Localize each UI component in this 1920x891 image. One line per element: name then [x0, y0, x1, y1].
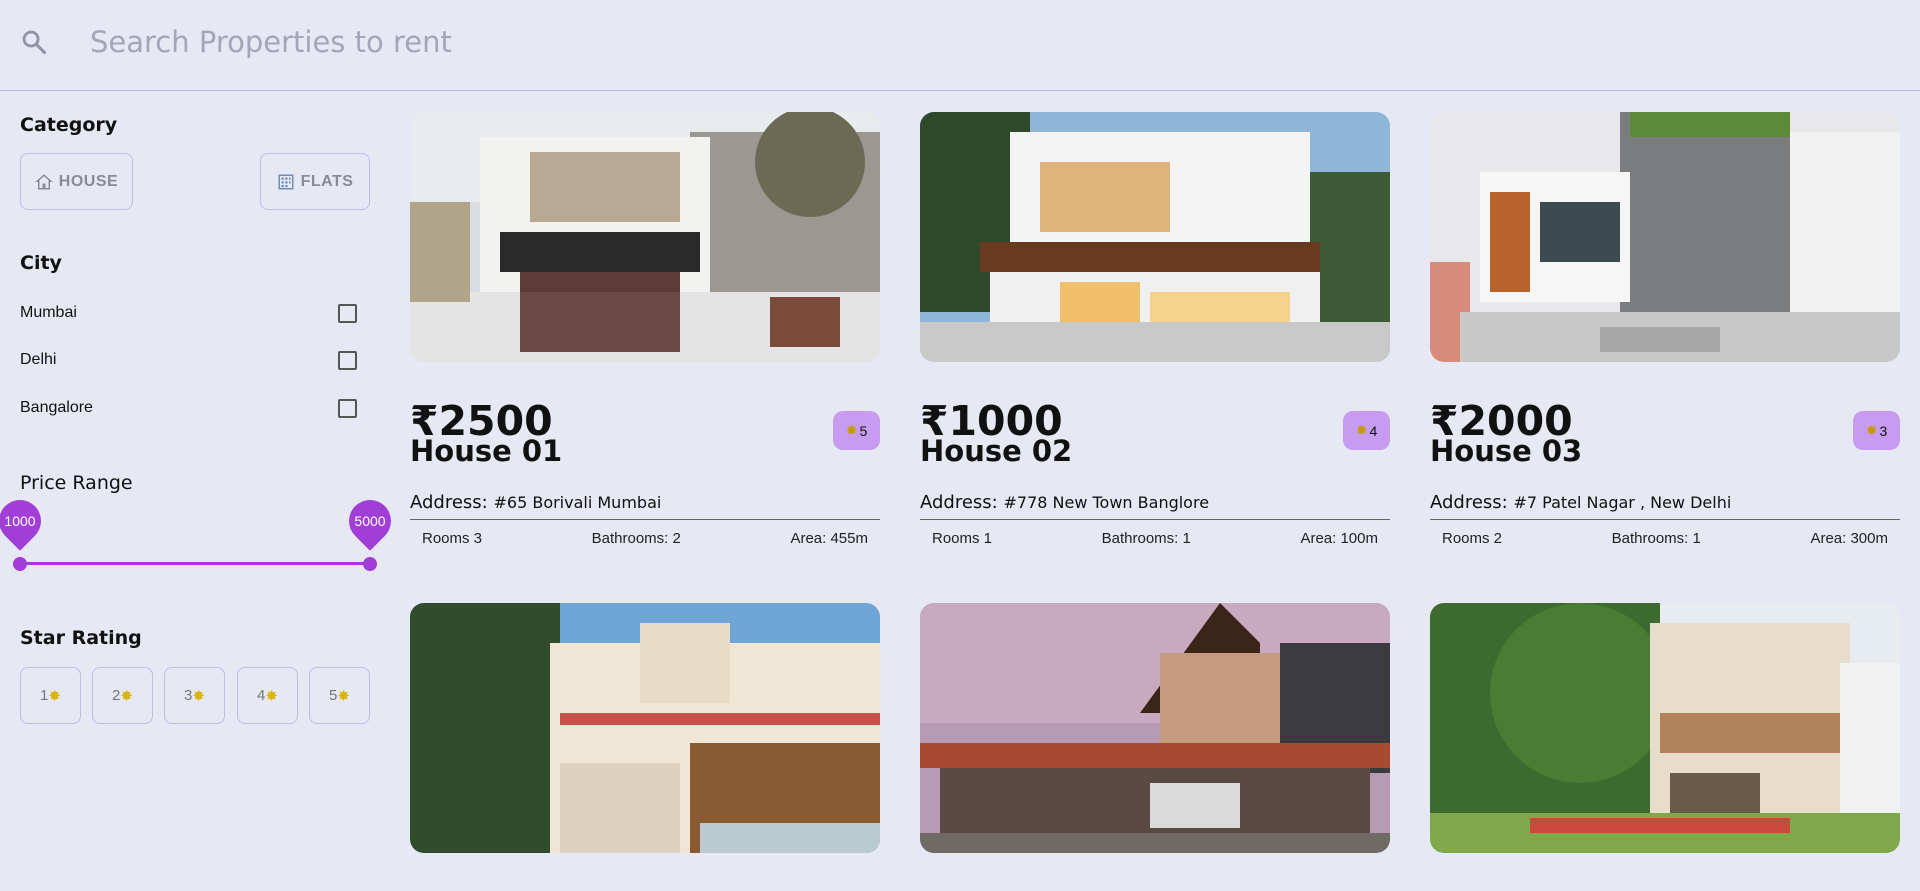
search-icon[interactable] — [20, 28, 48, 56]
city-checkbox[interactable] — [338, 398, 357, 418]
rating-badge: ✸ 5 — [833, 411, 880, 450]
property-name: House 02 — [920, 434, 1073, 468]
star-burst-icon: ✸ — [265, 687, 278, 705]
city-label: Mumbai — [20, 304, 77, 321]
search-input[interactable] — [90, 18, 890, 66]
price-max-label: 5000 — [340, 491, 400, 551]
star-burst-icon: ✸ — [48, 687, 61, 705]
price-min-value: 1000 — [4, 513, 36, 529]
property-image[interactable] — [410, 603, 880, 853]
building-icon — [278, 174, 294, 189]
property-address: Address: #65 Borivali Mumbai — [410, 492, 880, 520]
rating-value: 5 — [859, 422, 868, 439]
rating-badge: ✸ 3 — [1853, 411, 1900, 450]
star-rating-3-button[interactable]: 3 ✸ — [164, 667, 225, 724]
rating-badge: ✸ 4 — [1343, 411, 1390, 450]
property-image[interactable] — [1430, 603, 1900, 853]
star-value: 5 — [329, 687, 338, 704]
star-burst-icon: ✸ — [192, 687, 205, 705]
address-label: Address: — [1430, 492, 1508, 513]
area-value: Area: 100m — [1300, 530, 1378, 547]
price-min-thumb[interactable] — [13, 557, 27, 571]
property-image[interactable] — [920, 112, 1390, 362]
area-value: Area: 300m — [1810, 530, 1888, 547]
city-option-mumbai[interactable]: Mumbai — [20, 301, 357, 325]
house-icon — [35, 173, 53, 189]
search-bar — [0, 0, 1920, 91]
property-address: Address: #778 New Town Banglore — [920, 492, 1390, 520]
star-burst-icon: ✸ — [1355, 422, 1368, 438]
bathrooms-count: Bathrooms: 2 — [591, 530, 681, 547]
star-value: 1 — [40, 687, 49, 704]
star-burst-icon: ✸ — [120, 687, 133, 705]
star-value: 3 — [184, 687, 193, 704]
category-flats-button[interactable]: FLATS — [260, 153, 370, 210]
category-house-label: HOUSE — [58, 172, 119, 190]
rooms-count: Rooms 3 — [422, 530, 483, 547]
city-option-bangalore[interactable]: Bangalore — [20, 396, 357, 420]
city-checkbox[interactable] — [338, 303, 357, 323]
star-rating-5-button[interactable]: 5 ✸ — [309, 667, 370, 724]
property-specs: Rooms 2 Bathrooms: 1 Area: 300m — [1430, 530, 1900, 547]
category-title: Category — [20, 114, 118, 136]
price-max-thumb[interactable] — [363, 557, 377, 571]
star-value: 4 — [257, 687, 266, 704]
city-title: City — [20, 252, 62, 274]
rooms-count: Rooms 2 — [1442, 530, 1503, 547]
category-house-button[interactable]: HOUSE — [20, 153, 133, 210]
star-value: 2 — [112, 687, 121, 704]
property-name: House 01 — [410, 434, 563, 468]
price-max-value: 5000 — [354, 513, 386, 529]
star-rating-1-button[interactable]: 1 ✸ — [20, 667, 81, 724]
bathrooms-count: Bathrooms: 1 — [1101, 530, 1191, 547]
star-burst-icon: ✸ — [337, 687, 350, 705]
property-name: House 03 — [1430, 434, 1583, 468]
category-flats-label: FLATS — [300, 172, 354, 190]
address-value: #65 Borivali Mumbai — [493, 493, 662, 512]
price-range-track[interactable] — [20, 562, 370, 565]
address-label: Address: — [920, 492, 998, 513]
address-label: Address: — [410, 492, 488, 513]
property-image[interactable] — [920, 603, 1390, 853]
property-address: Address: #7 Patel Nagar , New Delhi — [1430, 492, 1900, 520]
city-checkbox[interactable] — [338, 350, 357, 370]
star-burst-icon: ✸ — [845, 422, 858, 438]
address-value: #7 Patel Nagar , New Delhi — [1513, 493, 1732, 512]
property-specs: Rooms 1 Bathrooms: 1 Area: 100m — [920, 530, 1390, 547]
city-option-delhi[interactable]: Delhi — [20, 348, 357, 372]
rating-value: 4 — [1369, 422, 1378, 439]
city-label: Delhi — [20, 351, 57, 368]
star-rating-title: Star Rating — [20, 627, 142, 649]
property-specs: Rooms 3 Bathrooms: 2 Area: 455m — [410, 530, 880, 547]
area-value: Area: 455m — [790, 530, 868, 547]
property-image[interactable] — [410, 112, 880, 362]
address-value: #778 New Town Banglore — [1003, 493, 1210, 512]
rooms-count: Rooms 1 — [932, 530, 993, 547]
price-range-title: Price Range — [20, 472, 133, 494]
star-burst-icon: ✸ — [1865, 422, 1878, 438]
star-rating-2-button[interactable]: 2 ✸ — [92, 667, 153, 724]
star-rating-4-button[interactable]: 4 ✸ — [237, 667, 298, 724]
bathrooms-count: Bathrooms: 1 — [1611, 530, 1701, 547]
city-label: Bangalore — [20, 399, 93, 416]
property-image[interactable] — [1430, 112, 1900, 362]
rating-value: 3 — [1879, 422, 1888, 439]
